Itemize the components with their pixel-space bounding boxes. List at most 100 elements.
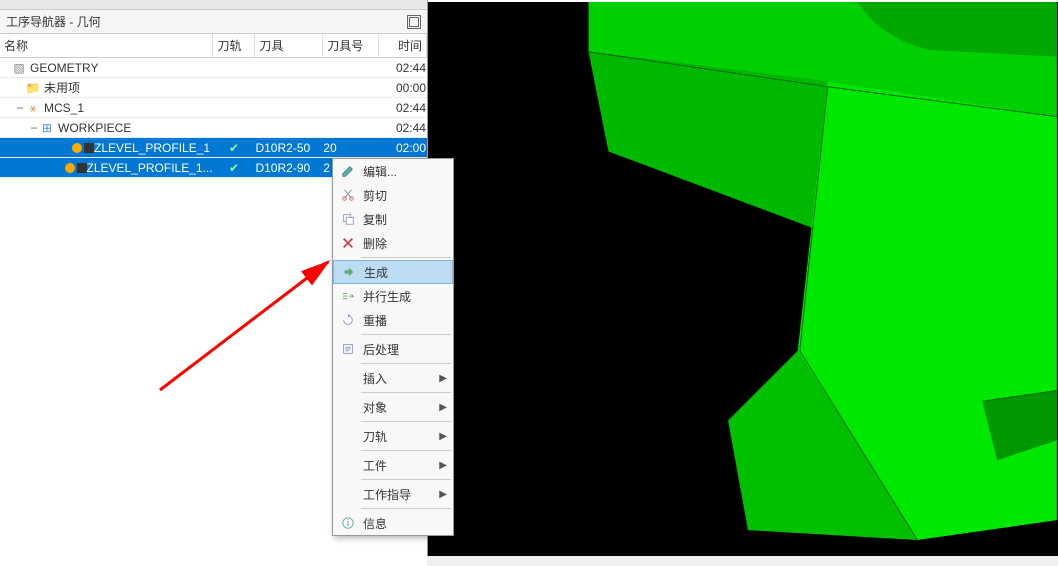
toolnum-cell [323,98,379,117]
col-header-toolnum[interactable]: 刀具号 [323,34,379,57]
col-header-tool[interactable]: 刀具 [255,34,323,57]
expander-icon[interactable]: − [28,122,40,134]
tree-row[interactable]: 📁 未用项 00:00 [0,78,427,98]
folder-icon: 📁 [26,81,40,95]
tree-node-label: MCS_1 [44,98,84,117]
cut-icon [339,187,357,203]
menu-label: 信息 [363,515,447,532]
track-cell [214,98,256,117]
info-icon: i [339,515,357,531]
menu-separator [361,392,451,393]
tree-header: 名称 刀轨 刀具 刀具号 时间 [0,34,427,58]
blank-icon [339,370,357,386]
panel-maximize-icon[interactable] [407,15,421,29]
navigator-panel: 工序导航器 - 几何 名称 刀轨 刀具 刀具号 时间 ▧ GEOMETRY 02:4… [0,0,428,556]
model-render [428,2,1058,556]
workpiece-icon: ⊞ [40,121,54,135]
menu-separator [361,450,451,451]
menu-item-info[interactable]: i 信息 [333,511,453,535]
submenu-arrow-icon: ▶ [439,460,447,471]
tree-node-label: 未用项 [44,78,80,97]
submenu-arrow-icon: ▶ [439,402,447,413]
menu-separator [361,257,451,258]
menu-item-parallel[interactable]: 并行生成 [333,284,453,308]
menu-item-sub[interactable]: 对象▶ [333,395,453,419]
tree-row[interactable]: −⚹ MCS_1 02:44 [0,98,427,118]
tree-node-label: GEOMETRY [30,58,98,77]
blank-icon [339,457,357,473]
submenu-arrow-icon: ▶ [439,373,447,384]
col-header-time[interactable]: 时间 [379,34,427,57]
toolnum-cell: 20 [323,138,379,157]
menu-label: 生成 [364,264,446,281]
time-cell: 02:00 [379,138,427,157]
tree-row[interactable]: ▧ GEOMETRY 02:44 [0,58,427,78]
toolnum-cell [323,118,379,137]
menu-item-sub[interactable]: 插入▶ [333,366,453,390]
checkmark-icon: ✔ [229,158,239,177]
tree-row[interactable]: −⊞ WORKPIECE 02:44 [0,118,427,138]
menu-label: 删除 [363,235,447,252]
geom-icon: ▧ [12,61,26,75]
tree-node-label: ZLEVEL_PROFILE_1... [87,158,213,177]
tool-cell: D10R2-50 [255,138,323,157]
menu-label: 复制 [363,211,447,228]
tree-row[interactable]: ZLEVEL_PROFILE_1 ✔ D10R2-502002:00 [0,138,427,158]
menu-item-sub[interactable]: 刀轨▶ [333,424,453,448]
menu-item-sub[interactable]: 工件▶ [333,453,453,477]
panel-title: 工序导航器 - 几何 [6,10,101,34]
op-icon [76,141,90,155]
time-cell: 02:44 [379,58,427,77]
checkmark-icon: ✔ [229,138,239,157]
blank-icon [339,486,357,502]
blank-icon [339,428,357,444]
menu-item-edit[interactable]: 编辑... [333,159,453,183]
generate-icon [340,264,358,280]
svg-text:i: i [347,518,349,530]
track-cell: ✔ [214,138,256,157]
menu-item-replay[interactable]: 重播 [333,308,453,332]
time-cell: 02:44 [379,118,427,137]
col-header-name[interactable]: 名称 [0,34,213,57]
menu-label: 编辑... [363,163,447,180]
tool-cell: D10R2-90 [255,158,323,177]
menu-item-cut[interactable]: 剪切 [333,183,453,207]
tool-cell [255,118,323,137]
col-header-track[interactable]: 刀轨 [213,34,255,57]
time-cell: 00:00 [379,78,427,97]
track-cell: ✔ [214,158,256,177]
expander-icon[interactable] [0,62,12,74]
menu-item-delete[interactable]: 删除 [333,231,453,255]
menu-separator [361,363,451,364]
toolnum-cell [323,78,379,97]
postproc-icon [339,341,357,357]
submenu-arrow-icon: ▶ [439,489,447,500]
context-menu: 编辑...剪切复制删除生成并行生成重播后处理插入▶对象▶刀轨▶工件▶工作指导▶i… [332,158,454,536]
tree-node-label: ZLEVEL_PROFILE_1 [94,138,210,157]
tool-cell [255,78,323,97]
replay-icon [339,312,357,328]
menu-label: 剪切 [363,187,447,204]
expander-icon[interactable]: − [14,102,26,114]
track-cell [214,118,256,137]
3d-viewport[interactable] [428,0,1058,556]
menu-label: 后处理 [363,341,447,358]
expander-icon[interactable] [14,82,26,94]
delete-icon [339,235,357,251]
menu-item-sub[interactable]: 工作指导▶ [333,482,453,506]
parallel-icon [339,288,357,304]
panel-titlebar: 工序导航器 - 几何 [0,10,427,34]
menu-label: 刀轨 [363,428,439,445]
mcs-icon: ⚹ [26,101,40,115]
menu-separator [361,508,451,509]
menu-separator [361,479,451,480]
blank-icon [339,399,357,415]
copy-icon [339,211,357,227]
time-cell: 02:44 [379,98,427,117]
submenu-arrow-icon: ▶ [439,431,447,442]
tree-node-label: WORKPIECE [58,118,131,137]
menu-item-copy[interactable]: 复制 [333,207,453,231]
menu-item-generate[interactable]: 生成 [333,260,453,284]
menu-separator [361,421,451,422]
menu-item-postproc[interactable]: 后处理 [333,337,453,361]
